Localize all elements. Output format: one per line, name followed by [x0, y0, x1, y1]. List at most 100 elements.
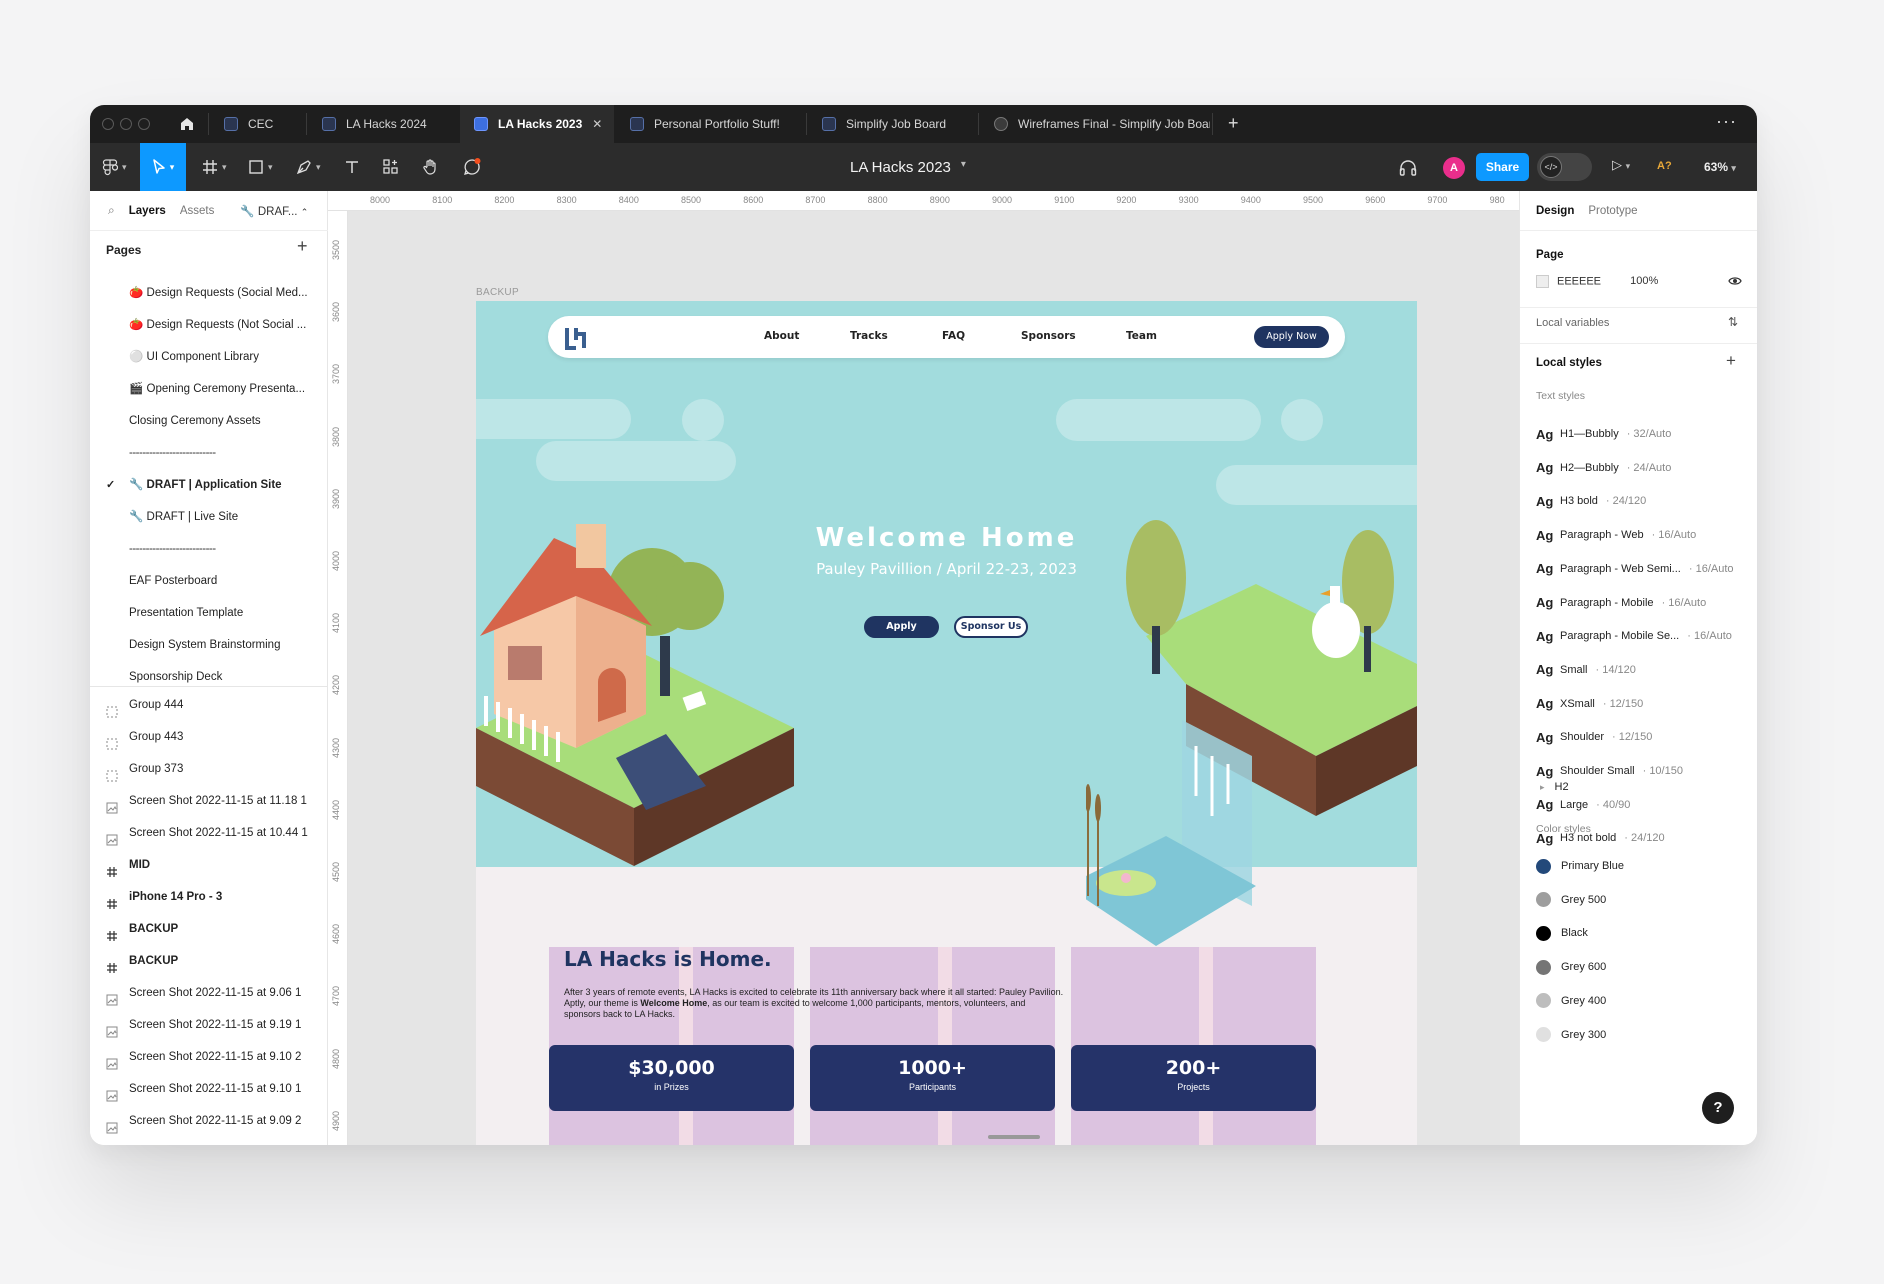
page-item[interactable]: 🔧 DRAFT | Live Site — [90, 501, 328, 533]
page-item[interactable]: -------------------------- — [90, 437, 328, 469]
pen-tool-button[interactable]: ▾ — [296, 155, 321, 179]
page-item[interactable]: EAF Posterboard — [90, 565, 328, 597]
search-icon[interactable]: ⌕ — [108, 203, 115, 218]
layer-item[interactable]: Screen Shot 2022-11-15 at 9.10 2 — [90, 1041, 328, 1073]
page-item[interactable]: Design System Brainstorming — [90, 629, 328, 661]
add-style-button[interactable]: + — [1726, 351, 1736, 371]
color-style-item[interactable]: Grey 300 — [1536, 1025, 1606, 1045]
page-background-row[interactable]: EEEEEE 100% — [1536, 275, 1742, 288]
eye-icon[interactable] — [1728, 275, 1742, 290]
frame-tool-button[interactable]: ▾ — [202, 155, 227, 179]
zoom-dropdown[interactable]: 63% ▾ — [1704, 160, 1736, 174]
close-tab-icon[interactable]: ✕ — [592, 117, 602, 131]
close-window-button[interactable] — [102, 118, 114, 130]
text-style-item[interactable]: Ag Shoulder · 12/150 — [1536, 727, 1652, 747]
nav-team[interactable]: Team — [1126, 330, 1157, 342]
more-options-icon[interactable]: ··· — [1716, 111, 1737, 132]
color-style-item[interactable]: Grey 600 — [1536, 957, 1606, 977]
tab-wireframes-final[interactable]: Wireframes Final - Simplify Job Board — [980, 105, 1210, 143]
text-style-item[interactable]: Ag Paragraph - Mobile · 16/Auto — [1536, 593, 1706, 613]
layer-item[interactable]: Group 444 — [90, 689, 328, 721]
audio-button[interactable] — [1398, 156, 1418, 180]
page-item[interactable]: 🎬 Opening Ceremony Presenta... — [90, 373, 328, 405]
text-style-item[interactable]: Ag H1—Bubbly · 32/Auto — [1536, 424, 1671, 444]
tab-simplify-job-board[interactable]: Simplify Job Board — [808, 105, 978, 143]
layer-item[interactable]: MID — [90, 849, 328, 881]
text-style-item[interactable]: Ag Paragraph - Web Semi... · 16/Auto — [1536, 559, 1734, 579]
page-item[interactable]: 🍅 Design Requests (Not Social ... — [90, 309, 328, 341]
apply-now-button[interactable]: Apply Now — [1254, 326, 1329, 348]
main-menu-button[interactable]: ▾ — [102, 155, 127, 179]
tab-la-hacks-2023[interactable]: LA Hacks 2023 ✕ — [460, 105, 614, 143]
color-style-item[interactable]: Grey 500 — [1536, 890, 1606, 910]
nav-faq[interactable]: FAQ — [942, 330, 965, 342]
color-style-item[interactable]: Grey 400 — [1536, 991, 1606, 1011]
tab-prototype[interactable]: Prototype — [1588, 205, 1637, 217]
present-button[interactable]: ▷ ▾ — [1612, 157, 1630, 173]
dev-mode-toggle[interactable]: </> — [1537, 153, 1592, 181]
page-item[interactable]: Closing Ceremony Assets — [90, 405, 328, 437]
la-hacks-logo-icon[interactable] — [562, 324, 590, 352]
layer-item[interactable]: Screen Shot 2022-11-15 at 10.44 1 — [90, 817, 328, 849]
tab-assets[interactable]: Assets — [180, 205, 215, 217]
tab-la-hacks-2024[interactable]: LA Hacks 2024 — [308, 105, 458, 143]
color-style-item[interactable]: Black — [1536, 923, 1588, 943]
maximize-window-button[interactable] — [138, 118, 150, 130]
move-tool-button[interactable]: ▾ — [140, 143, 186, 191]
text-style-item[interactable]: Ag Small · 14/120 — [1536, 660, 1636, 680]
layer-item[interactable]: Screen Shot 2022-11-15 at 9.09 1 — [90, 1137, 328, 1145]
home-icon[interactable] — [178, 115, 196, 133]
layer-item[interactable]: BACKUP — [90, 913, 328, 945]
branch-dropdown[interactable]: 🔧 DRAF... ⌃ — [240, 204, 308, 218]
page-item[interactable]: ⚪ UI Component Library — [90, 341, 328, 373]
hand-tool-button[interactable] — [422, 155, 440, 179]
hero-apply-button[interactable]: Apply — [864, 616, 939, 638]
layer-item[interactable]: Screen Shot 2022-11-15 at 9.19 1 — [90, 1009, 328, 1041]
font-warning-button[interactable]: A? — [1657, 160, 1672, 172]
page-item[interactable]: 🍅 Design Requests (Social Med... — [90, 277, 328, 309]
horizontal-scrollbar[interactable] — [988, 1135, 1040, 1139]
shape-tool-button[interactable]: ▾ — [248, 155, 273, 179]
text-style-group-h2[interactable]: ▸ H2 — [1540, 781, 1569, 793]
nav-tracks[interactable]: Tracks — [850, 330, 888, 342]
layer-item[interactable]: Group 443 — [90, 721, 328, 753]
text-style-item[interactable]: Ag H3 bold · 24/120 — [1536, 491, 1646, 511]
layer-item[interactable]: Screen Shot 2022-11-15 at 9.06 1 — [90, 977, 328, 1009]
text-tool-button[interactable] — [344, 155, 360, 179]
text-style-item[interactable]: Ag Large · 40/90 — [1536, 795, 1630, 815]
minimize-window-button[interactable] — [120, 118, 132, 130]
local-variables-row[interactable]: Local variables — [1536, 317, 1609, 329]
variables-icon[interactable]: ⇅ — [1728, 315, 1738, 329]
text-style-item[interactable]: Ag Paragraph - Mobile Se... · 16/Auto — [1536, 626, 1732, 646]
layer-item[interactable]: Screen Shot 2022-11-15 at 11.18 1 — [90, 785, 328, 817]
avatar[interactable]: A — [1443, 157, 1465, 179]
text-style-item[interactable]: Ag XSmall · 12/150 — [1536, 694, 1643, 714]
text-style-item[interactable]: Ag H2—Bubbly · 24/Auto — [1536, 458, 1671, 478]
layer-item[interactable]: iPhone 14 Pro - 3 — [90, 881, 328, 913]
tab-layers[interactable]: Layers — [129, 205, 166, 217]
share-button[interactable]: Share — [1476, 153, 1529, 181]
tab-cec[interactable]: CEC — [210, 105, 306, 143]
page-item[interactable]: Presentation Template — [90, 597, 328, 629]
text-style-item[interactable]: Ag Shoulder Small · 10/150 — [1536, 761, 1683, 781]
nav-about[interactable]: About — [764, 330, 799, 342]
document-title[interactable]: LA Hacks 2023 ▾ — [850, 159, 966, 176]
add-page-button[interactable]: + — [297, 236, 308, 257]
text-style-item[interactable]: Ag Paragraph - Web · 16/Auto — [1536, 525, 1696, 545]
page-item[interactable]: -------------------------- — [90, 533, 328, 565]
page-item[interactable]: ✓ 🔧 DRAFT | Application Site — [90, 469, 328, 501]
color-style-item[interactable]: Primary Blue — [1536, 856, 1624, 876]
canvas[interactable]: 8000 8100 8200 8300 8400 8500 8600 8700 8800 8900… — [328, 191, 1609, 1145]
new-tab-button[interactable]: + — [1228, 113, 1239, 134]
tab-design[interactable]: Design — [1536, 205, 1574, 217]
nav-sponsors[interactable]: Sponsors — [1021, 330, 1076, 342]
help-button[interactable]: ? — [1702, 1092, 1734, 1124]
layer-item[interactable]: Group 373 — [90, 753, 328, 785]
resources-tool-button[interactable] — [382, 155, 400, 179]
hero-sponsor-button[interactable]: Sponsor Us — [954, 616, 1028, 638]
backup-frame[interactable]: About Tracks FAQ Sponsors Team Apply Now — [476, 301, 1417, 1145]
layer-item[interactable]: Screen Shot 2022-11-15 at 9.10 1 — [90, 1073, 328, 1105]
color-swatch[interactable] — [1536, 275, 1549, 288]
tab-personal-portfolio[interactable]: Personal Portfolio Stuff! — [616, 105, 806, 143]
frame-label[interactable]: BACKUP — [476, 287, 519, 298]
